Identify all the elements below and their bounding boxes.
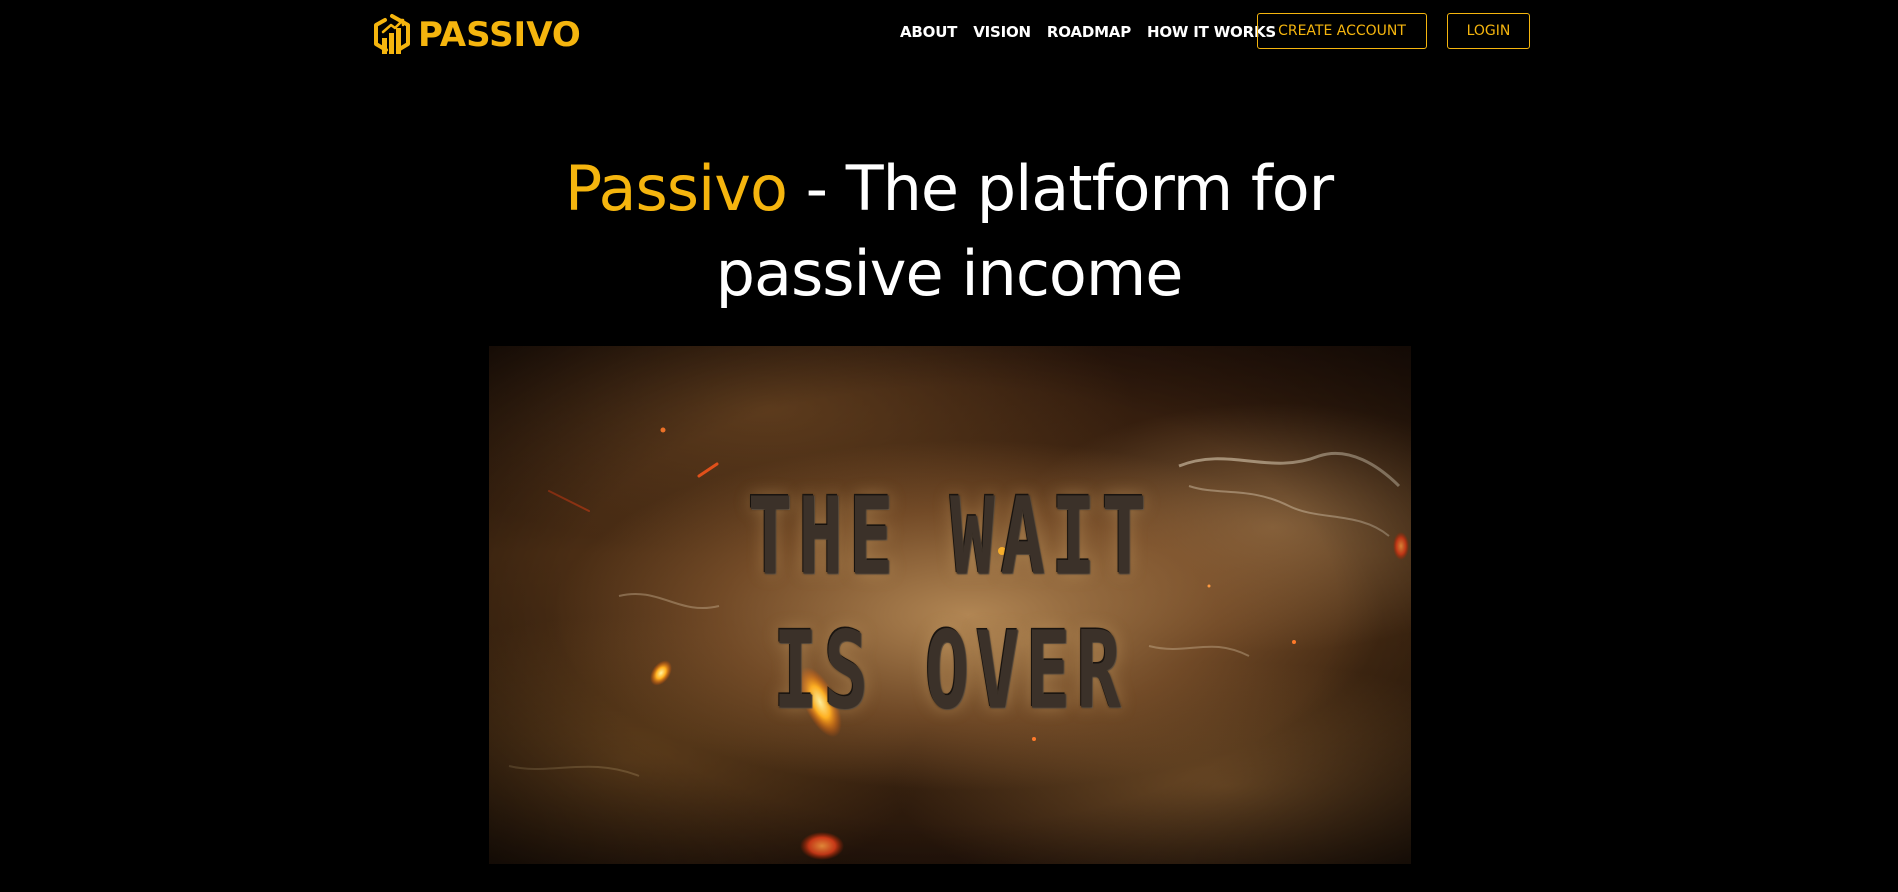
bar-chart-hexagon-icon <box>374 14 410 54</box>
smoke-and-embers-art <box>489 346 1411 864</box>
page: PASSIVO ABOUT VISION ROADMAP HOW IT WORK… <box>0 0 1898 892</box>
video-title-line-2: IS OVER <box>773 608 1127 734</box>
hero-title: Passivo - The platform for passive incom… <box>449 146 1449 316</box>
video-title-line-1: THE WAIT <box>747 474 1153 600</box>
login-button[interactable]: LOGIN <box>1447 13 1530 49</box>
nav-link-about[interactable]: ABOUT <box>900 23 957 41</box>
hero-video[interactable]: THE WAIT IS OVER <box>489 346 1411 864</box>
main-nav: ABOUT VISION ROADMAP HOW IT WORKS <box>900 20 1276 44</box>
brand-logo-link[interactable]: PASSIVO <box>371 12 581 58</box>
nav-link-roadmap[interactable]: ROADMAP <box>1047 23 1131 41</box>
hero-title-accent: Passivo <box>564 152 788 225</box>
nav-link-vision[interactable]: VISION <box>973 23 1031 41</box>
hero-title-rest: - The platform for passive income <box>715 152 1335 310</box>
create-account-button[interactable]: CREATE ACCOUNT <box>1257 13 1427 49</box>
brand-name: PASSIVO <box>418 15 581 55</box>
site-header: PASSIVO ABOUT VISION ROADMAP HOW IT WORK… <box>0 0 1898 68</box>
